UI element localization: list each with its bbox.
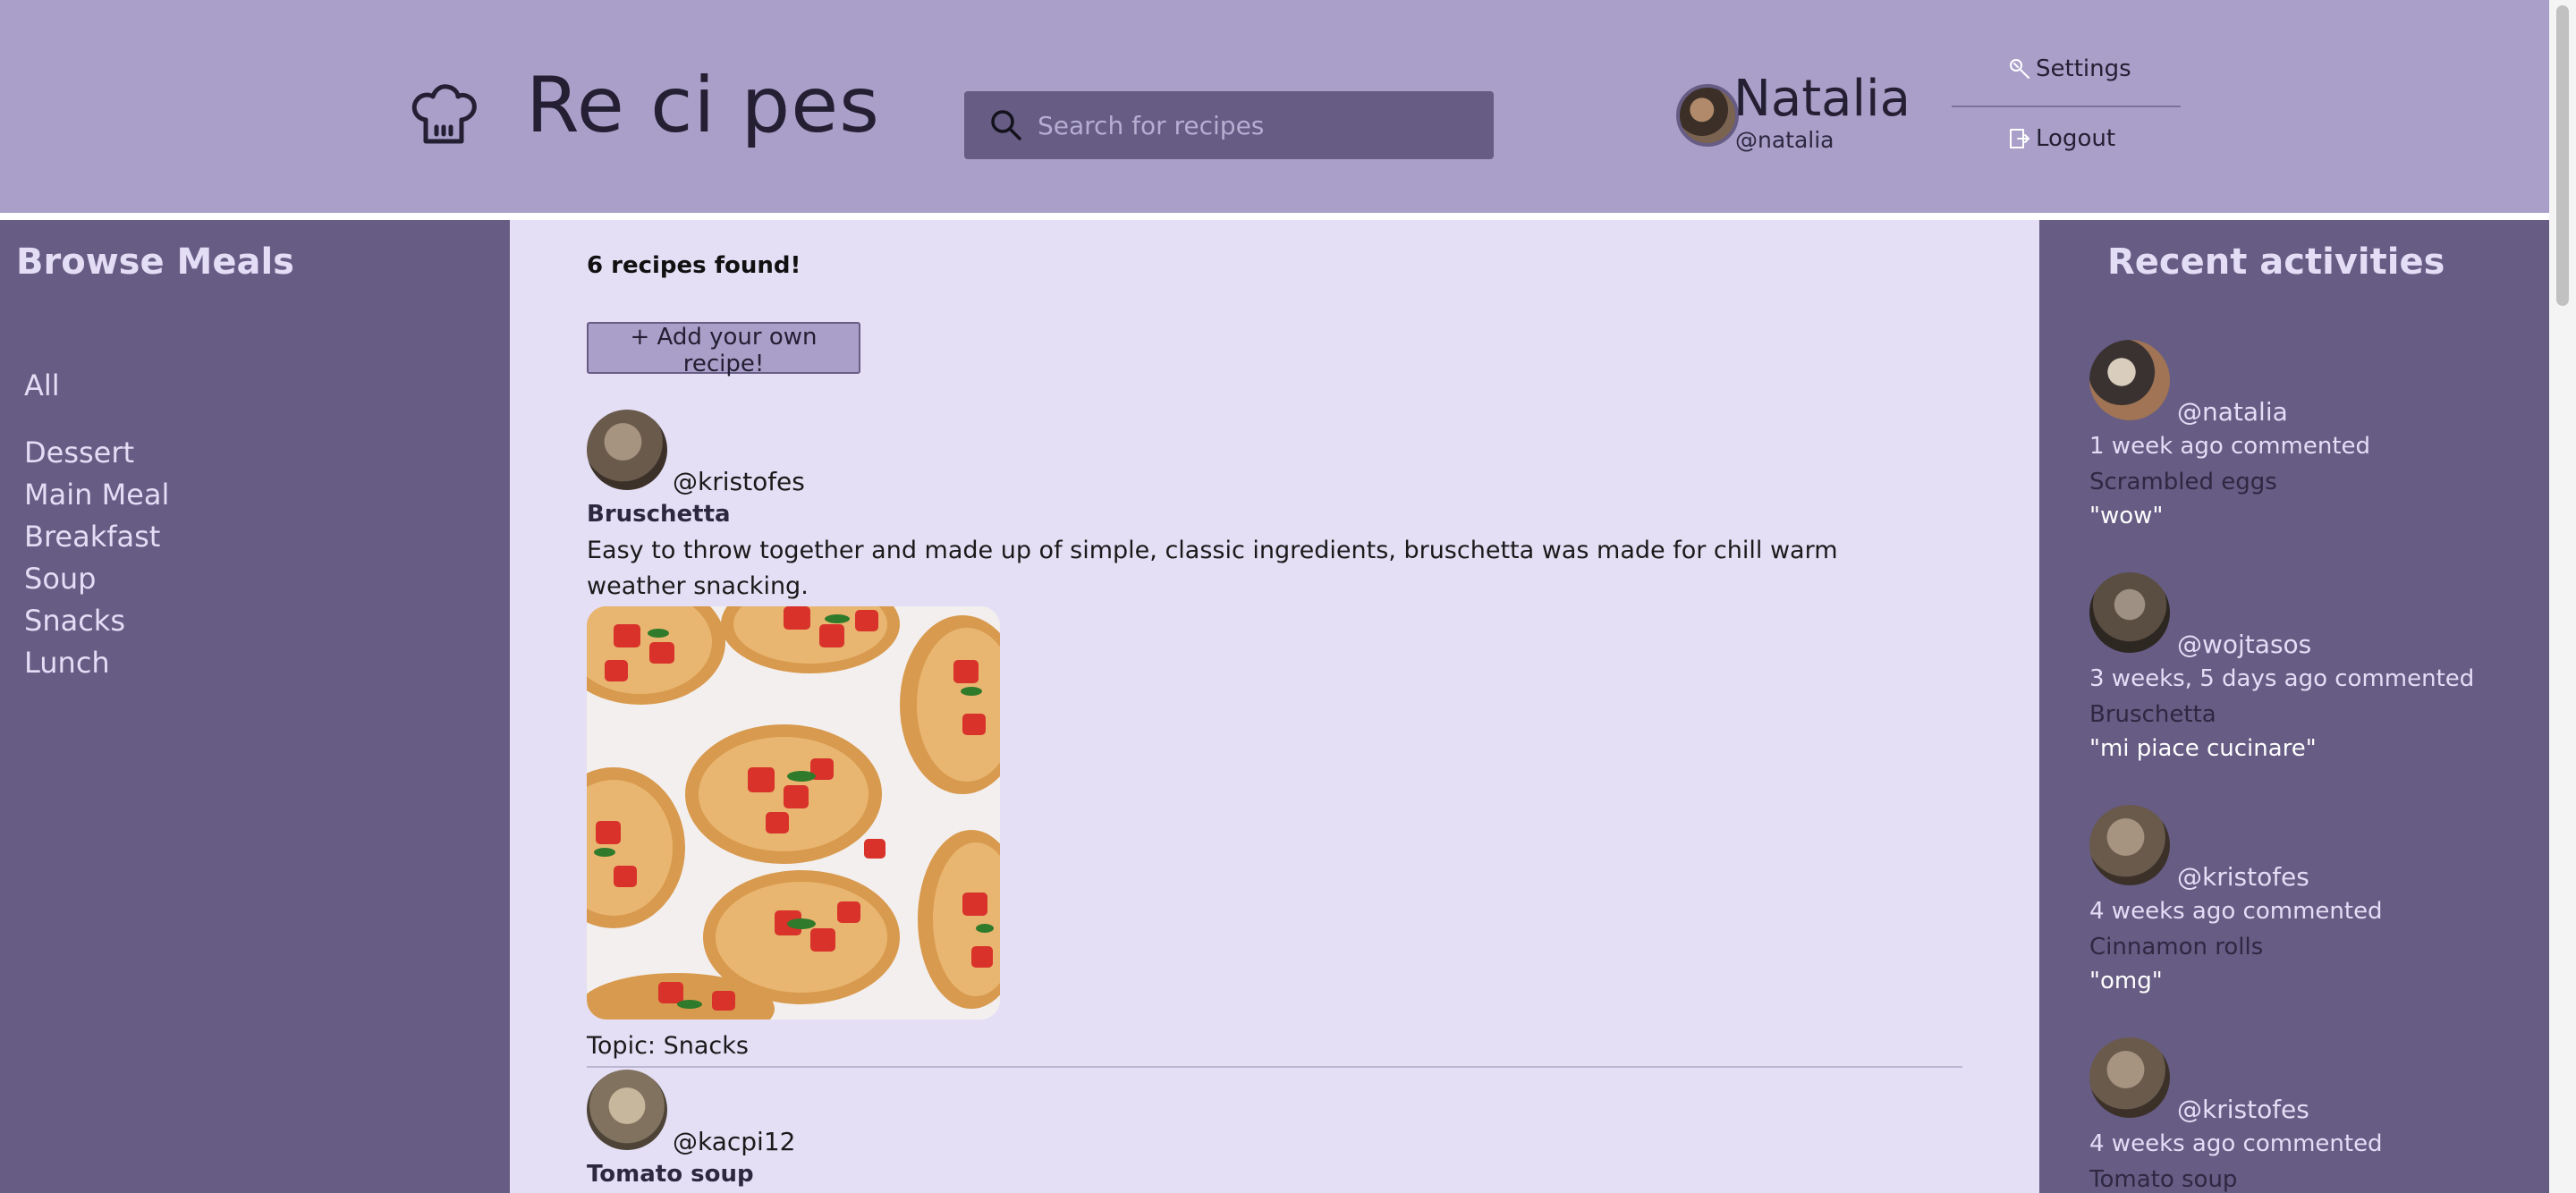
wrench-icon <box>2010 59 2029 79</box>
activity-avatar[interactable] <box>2089 572 2170 653</box>
activity-avatar[interactable] <box>2089 805 2170 885</box>
activity-handle[interactable]: @natalia <box>2177 397 2288 427</box>
activity-handle[interactable]: @kristofes <box>2177 1095 2309 1124</box>
activity-comment: "wow" <box>2089 503 2164 529</box>
activity-recipe-link[interactable]: Scrambled eggs <box>2089 469 2277 495</box>
settings-label: Settings <box>2036 55 2131 82</box>
sidebar-title: Browse Meals <box>16 241 294 283</box>
activity-meta: 1 week ago commented <box>2089 433 2371 460</box>
user-name: Natalia <box>1733 70 1911 128</box>
sidebar-item-main-meal[interactable]: Main Meal <box>24 478 169 512</box>
author-handle[interactable]: @kacpi12 <box>673 1127 795 1156</box>
logout-link[interactable]: Logout <box>2007 125 2115 152</box>
app-title[interactable]: Re ci pes <box>526 61 880 150</box>
author-avatar[interactable] <box>587 410 667 490</box>
chef-hat-icon[interactable] <box>408 77 479 148</box>
activity-recipe-link[interactable]: Tomato soup <box>2089 1166 2237 1193</box>
header-divider <box>0 213 2549 220</box>
activity-handle[interactable]: @wojtasos <box>2177 630 2311 659</box>
bruschetta-photo <box>587 606 1000 1020</box>
activity-avatar[interactable] <box>2089 1037 2170 1118</box>
user-handle: @natalia <box>1735 127 1835 153</box>
sidebar-item-dessert[interactable]: Dessert <box>24 436 134 470</box>
activity-recipe-link[interactable]: Bruschetta <box>2089 701 2216 728</box>
add-recipe-button[interactable]: + Add your own recipe! <box>587 322 860 377</box>
results-count: 6 recipes found! <box>587 252 801 279</box>
scrollbar-thumb[interactable] <box>2556 5 2569 306</box>
activity-meta: 4 weeks ago commented <box>2089 1130 2383 1157</box>
menu-divider <box>1952 106 2181 107</box>
activities-title: Recent activities <box>2107 241 2445 283</box>
recipe-description: Easy to throw together and made up of si… <box>587 537 1838 600</box>
recipes-feed: 6 recipes found! + Add your own recipe! … <box>510 220 2039 1193</box>
logout-icon <box>2010 129 2029 148</box>
user-avatar[interactable] <box>1676 84 1739 147</box>
activity-recipe-link[interactable]: Cinnamon rolls <box>2089 934 2263 960</box>
logout-label: Logout <box>2036 125 2116 152</box>
recipe-title[interactable]: Tomato soup <box>587 1161 754 1188</box>
browse-meals-sidebar: Browse Meals All Dessert Main Meal Break… <box>0 220 510 1193</box>
sidebar-item-breakfast[interactable]: Breakfast <box>24 520 160 554</box>
author-handle[interactable]: @kristofes <box>673 467 805 496</box>
sidebar-item-lunch[interactable]: Lunch <box>24 646 110 680</box>
activity-meta: 4 weeks ago commented <box>2089 898 2383 925</box>
settings-link[interactable]: Settings <box>2007 55 2131 82</box>
activity-avatar[interactable] <box>2089 340 2170 420</box>
recent-activities-sidebar: Recent activities @natalia 1 week ago co… <box>2039 220 2549 1193</box>
search-bar <box>964 91 1494 159</box>
activity-meta: 3 weeks, 5 days ago commented <box>2089 665 2475 692</box>
recipe-image[interactable] <box>587 606 1000 1020</box>
search-input[interactable] <box>1038 91 1476 159</box>
author-avatar[interactable] <box>587 1070 667 1150</box>
recipe-title[interactable]: Bruschetta <box>587 501 731 528</box>
sidebar-item-soup[interactable]: Soup <box>24 562 96 596</box>
search-icon[interactable] <box>989 108 1023 142</box>
recipe-topic: Topic: Snacks <box>587 1032 749 1060</box>
activity-handle[interactable]: @kristofes <box>2177 862 2309 892</box>
activity-comment: "omg" <box>2089 968 2163 994</box>
sidebar-item-snacks[interactable]: Snacks <box>24 604 125 638</box>
recipe-divider <box>587 1066 1962 1068</box>
sidebar-item-all[interactable]: All <box>24 368 60 402</box>
activity-comment: "mi piace cucinare" <box>2089 735 2317 762</box>
